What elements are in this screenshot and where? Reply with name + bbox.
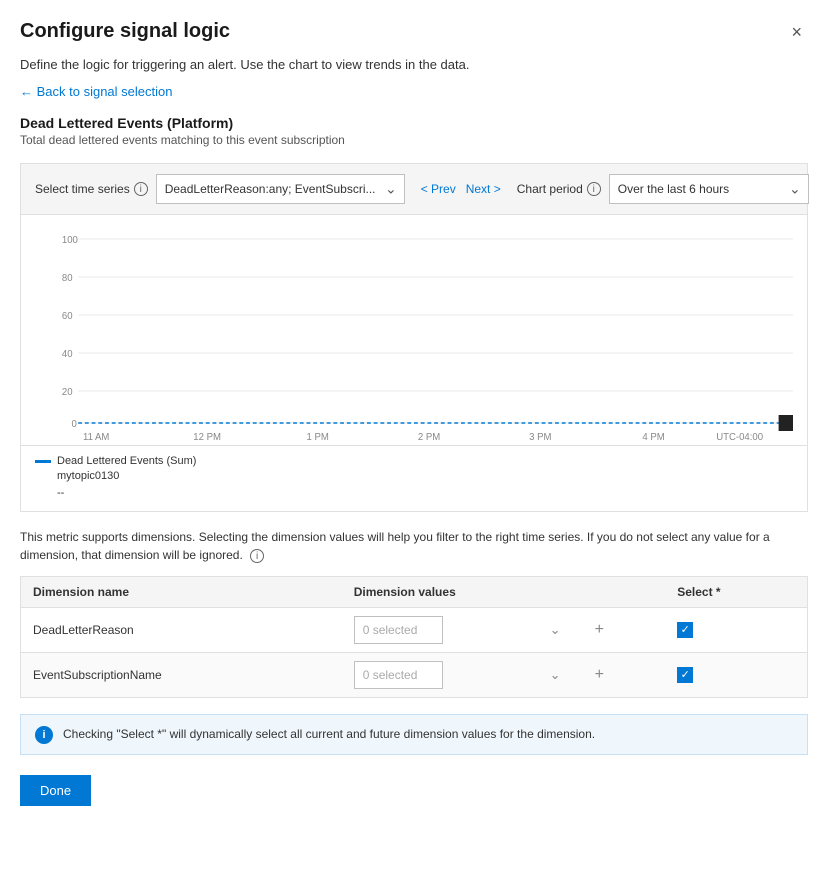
col-header-select: Select * bbox=[665, 576, 807, 607]
y-label-40: 40 bbox=[62, 349, 73, 360]
configure-signal-dialog: Configure signal logic × Define the logi… bbox=[0, 0, 828, 881]
dim-dropdown-2[interactable]: 0 selected bbox=[354, 661, 443, 689]
col-header-values: Dimension values bbox=[342, 576, 666, 607]
dialog-subtitle: Define the logic for triggering an alert… bbox=[20, 57, 808, 72]
dimension-table: Dimension name Dimension values Select *… bbox=[20, 576, 808, 698]
chart-svg-container: 100 80 60 40 20 0 11 AM 12 PM bbox=[35, 225, 793, 445]
done-button[interactable]: Done bbox=[20, 775, 91, 806]
back-to-signal-link[interactable]: ← Back to signal selection bbox=[20, 84, 172, 99]
col-header-name: Dimension name bbox=[21, 576, 342, 607]
legend-series-label: Dead Lettered Events (Sum) bbox=[57, 454, 196, 469]
dim-select-cell-1 bbox=[665, 607, 807, 652]
chart-period-section: Chart period i Over the last 6 hours bbox=[517, 174, 809, 204]
next-button[interactable]: Next > bbox=[462, 180, 505, 198]
y-label-0: 0 bbox=[71, 419, 77, 430]
legend-dash: -- bbox=[57, 487, 196, 499]
y-label-20: 20 bbox=[62, 387, 73, 398]
dim-checkbox-1[interactable] bbox=[677, 622, 693, 638]
table-row: EventSubscriptionName 0 selected + bbox=[21, 652, 808, 697]
time-series-label-group: Select time series i bbox=[35, 182, 148, 196]
info-banner: i Checking "Select *" will dynamically s… bbox=[20, 714, 808, 755]
table-row: DeadLetterReason 0 selected + bbox=[21, 607, 808, 652]
x-label-11am: 11 AM bbox=[83, 432, 109, 443]
dialog-title: Configure signal logic bbox=[20, 20, 230, 43]
close-button[interactable]: × bbox=[785, 20, 808, 45]
dim-add-button-1[interactable]: + bbox=[591, 619, 608, 641]
dim-dropdown-wrapper-2: 0 selected bbox=[354, 661, 567, 689]
dim-checkbox-2[interactable] bbox=[677, 667, 693, 683]
dimension-table-header: Dimension name Dimension values Select * bbox=[21, 576, 808, 607]
time-series-label: Select time series bbox=[35, 182, 130, 196]
chart-controls-bar: Select time series i DeadLetterReason:an… bbox=[20, 163, 808, 215]
end-indicator bbox=[779, 415, 793, 431]
time-series-dropdown-wrapper: DeadLetterReason:any; EventSubscri... bbox=[156, 174, 405, 204]
y-label-100: 100 bbox=[62, 235, 79, 246]
dim-plus-cell-2: + bbox=[579, 652, 666, 697]
info-banner-text: Checking "Select *" will dynamically sel… bbox=[63, 725, 595, 743]
legend-color-bar bbox=[35, 460, 51, 463]
legend-item: Dead Lettered Events (Sum) mytopic0130 -… bbox=[35, 454, 793, 499]
dim-name-1: DeadLetterReason bbox=[21, 607, 342, 652]
dim-select-cell-2 bbox=[665, 652, 807, 697]
chart-svg: 100 80 60 40 20 0 11 AM 12 PM bbox=[35, 225, 793, 445]
chart-period-dropdown-wrapper: Over the last 6 hours bbox=[609, 174, 809, 204]
x-label-3pm: 3 PM bbox=[529, 432, 551, 443]
x-label-utc: UTC-04:00 bbox=[716, 432, 763, 443]
legend-text-group: Dead Lettered Events (Sum) mytopic0130 -… bbox=[57, 454, 196, 499]
chart-period-dropdown[interactable]: Over the last 6 hours bbox=[609, 174, 809, 204]
dimension-info-icon[interactable]: i bbox=[250, 549, 264, 563]
time-series-dropdown[interactable]: DeadLetterReason:any; EventSubscri... bbox=[156, 174, 405, 204]
dim-dropdown-1[interactable]: 0 selected bbox=[354, 616, 443, 644]
dim-name-2: EventSubscriptionName bbox=[21, 652, 342, 697]
chart-period-info-icon[interactable]: i bbox=[587, 182, 601, 196]
dim-dropdown-wrapper-1: 0 selected bbox=[354, 616, 567, 644]
y-label-60: 60 bbox=[62, 311, 73, 322]
signal-description: Total dead lettered events matching to t… bbox=[20, 133, 808, 147]
dim-values-cell-2: 0 selected bbox=[342, 652, 579, 697]
x-label-2pm: 2 PM bbox=[418, 432, 440, 443]
chart-period-label: Chart period bbox=[517, 182, 583, 196]
dim-add-button-2[interactable]: + bbox=[591, 664, 608, 686]
y-label-80: 80 bbox=[62, 273, 73, 284]
dim-values-group-2: 0 selected bbox=[354, 661, 567, 689]
nav-buttons: < Prev Next > bbox=[417, 180, 505, 198]
dialog-header: Configure signal logic × bbox=[20, 20, 808, 45]
dim-values-group-1: 0 selected bbox=[354, 616, 567, 644]
legend-topic: mytopic0130 bbox=[57, 469, 196, 484]
dimension-section: This metric supports dimensions. Selecti… bbox=[20, 528, 808, 806]
prev-button[interactable]: < Prev bbox=[417, 180, 460, 198]
time-series-section: Select time series i DeadLetterReason:an… bbox=[35, 174, 405, 204]
dimension-table-body: DeadLetterReason 0 selected + bbox=[21, 607, 808, 697]
signal-name: Dead Lettered Events (Platform) bbox=[20, 115, 808, 131]
time-series-info-icon[interactable]: i bbox=[134, 182, 148, 196]
dim-plus-cell-1: + bbox=[579, 607, 666, 652]
dim-values-cell-1: 0 selected bbox=[342, 607, 579, 652]
x-label-12pm: 12 PM bbox=[193, 432, 221, 443]
x-label-4pm: 4 PM bbox=[642, 432, 664, 443]
info-banner-icon: i bbox=[35, 726, 53, 744]
x-label-1pm: 1 PM bbox=[307, 432, 329, 443]
chart-area: 100 80 60 40 20 0 11 AM 12 PM bbox=[20, 215, 808, 446]
dimension-info-text: This metric supports dimensions. Selecti… bbox=[20, 528, 808, 564]
chart-legend: Dead Lettered Events (Sum) mytopic0130 -… bbox=[20, 446, 808, 512]
chart-period-label-group: Chart period i bbox=[517, 182, 601, 196]
